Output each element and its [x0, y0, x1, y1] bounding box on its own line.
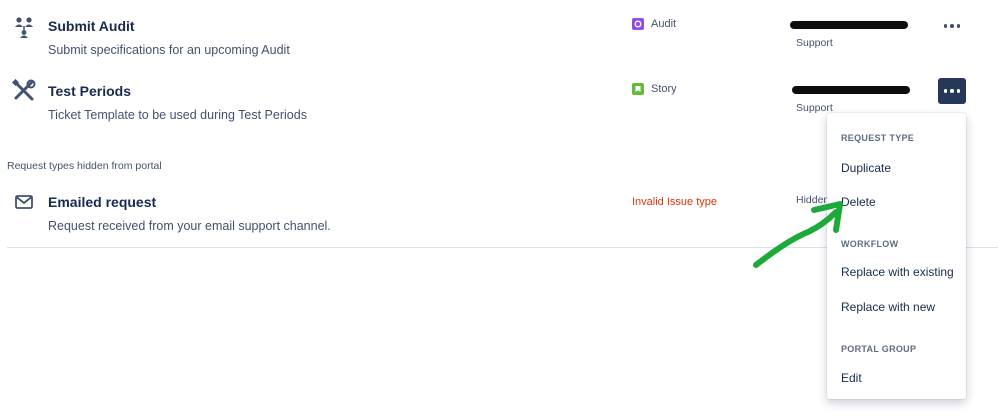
hidden-section-label: Request types hidden from portal [7, 160, 162, 172]
more-icon [943, 24, 961, 28]
menu-item-replace-new[interactable]: Replace with new [841, 300, 935, 314]
menu-item-duplicate[interactable]: Duplicate [841, 161, 891, 175]
request-type-row: Submit Audit Submit specifications for a… [0, 0, 998, 65]
menu-heading-portal-group: PORTAL GROUP [841, 344, 917, 354]
more-actions-button[interactable] [938, 78, 966, 104]
issue-type-error: Invalid Issue type [632, 196, 717, 208]
request-type-description: Ticket Template to be used during Test P… [48, 108, 307, 122]
request-type-title[interactable]: Submit Audit [48, 18, 135, 34]
story-icon [632, 83, 644, 95]
request-type-title[interactable]: Emailed request [48, 194, 156, 210]
portal-group-label: Support [796, 102, 833, 114]
more-actions-button[interactable] [938, 13, 966, 39]
tools-icon [11, 78, 36, 103]
request-type-description: Submit specifications for an upcoming Au… [48, 43, 290, 57]
redacted-text [790, 21, 908, 29]
portal-group-label: Support [796, 37, 833, 49]
people-network-icon [13, 16, 35, 38]
annotation-arrow [753, 201, 843, 268]
more-icon [943, 89, 961, 93]
request-type-description: Request received from your email support… [48, 219, 331, 233]
issue-type-label: Audit [651, 18, 677, 30]
envelope-icon [15, 195, 33, 209]
issue-type-label: Story [651, 83, 677, 95]
menu-heading-request-type: REQUEST TYPE [841, 133, 915, 143]
redacted-text [792, 86, 910, 94]
request-type-title[interactable]: Test Periods [48, 83, 131, 99]
menu-item-edit[interactable]: Edit [841, 371, 862, 385]
audit-icon [632, 18, 644, 30]
issue-type: Audit [632, 18, 676, 30]
issue-type: Story [632, 83, 677, 95]
